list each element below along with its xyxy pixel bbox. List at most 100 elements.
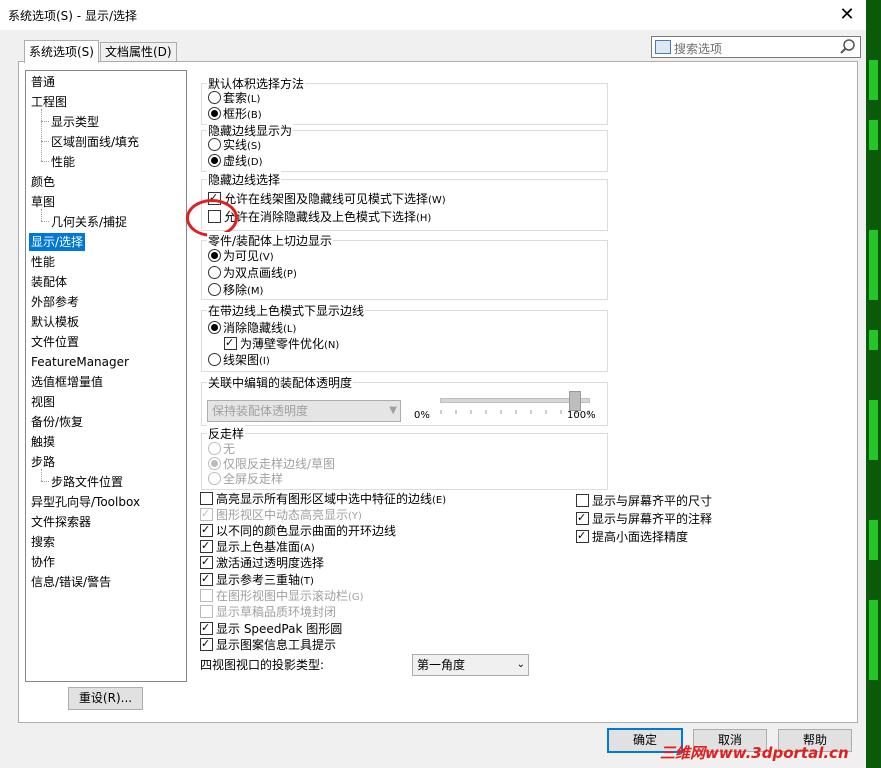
transparency-slider-track[interactable] <box>440 391 590 411</box>
tab-document-properties[interactable]: 文档属性(D) <box>100 42 177 62</box>
check-speedpak-sphere[interactable]: 显示 SpeedPak 图形圆 <box>200 620 342 637</box>
checkbox[interactable] <box>200 636 213 652</box>
radio-button[interactable] <box>208 321 221 334</box>
radio-button[interactable] <box>208 283 221 296</box>
options-tree[interactable]: 普通 工程图 显示类型 区域剖面线/填充 性能 颜色 草图 几何关系/捕捉 显示… <box>25 70 187 682</box>
check-scrollbars[interactable]: 在图形视图中显示滚动栏(G) <box>200 588 364 604</box>
checkbox[interactable] <box>200 522 213 538</box>
reset-button[interactable]: 重设(R)... <box>68 687 143 710</box>
group-title-antialias: 反走样 <box>207 425 246 442</box>
tree-item-area-hatch[interactable]: 区域剖面线/填充 <box>51 133 139 151</box>
check-screen-flat-notes[interactable]: 显示与屏幕齐平的注释 <box>576 510 712 527</box>
tree-item-view[interactable]: 视图 <box>31 393 55 411</box>
options-dialog: 系统选项(S) - 显示/选择 ✕ 系统选项(S) 文档属性(D) 搜索选项 普… <box>0 0 867 768</box>
tree-item-colors[interactable]: 颜色 <box>31 173 55 191</box>
tree-item-display-style[interactable]: 显示类型 <box>51 113 99 131</box>
search-icon[interactable] <box>839 38 857 56</box>
search-placeholder: 搜索选项 <box>674 42 723 56</box>
background-window-edge <box>866 0 881 768</box>
check-allow-hlr-select[interactable]: 允许在消除隐藏线及上色模式下选择(H) <box>208 209 431 225</box>
radio-button[interactable] <box>208 472 221 485</box>
checkbox[interactable] <box>200 605 213 618</box>
slider-min-label: 0% <box>414 410 430 421</box>
tree-item-file-locations[interactable]: 文件位置 <box>31 333 79 351</box>
tab-system-options[interactable]: 系统选项(S) <box>24 40 99 63</box>
check-thin-optimize[interactable]: 为薄壁零件优化(N) <box>224 335 339 352</box>
radio-button[interactable] <box>208 138 221 151</box>
checkbox[interactable] <box>200 571 213 587</box>
radio-button[interactable] <box>208 266 221 279</box>
check-select-through-transparency[interactable]: 激活通过透明度选择 <box>200 554 324 571</box>
checkbox[interactable] <box>576 528 589 544</box>
radio-phantom[interactable]: 为双点画线(P) <box>208 265 297 281</box>
check-allow-wireframe-select[interactable]: 允许在线架图及隐藏线可见模式下选择(W) <box>208 190 446 207</box>
radio-box[interactable]: 框形(B) <box>208 106 262 122</box>
radio-button[interactable] <box>208 91 221 104</box>
tree-item-featuremanager[interactable]: FeatureManager <box>31 353 129 371</box>
tree-item-hole-wizard-toolbox[interactable]: 异型孔向导/Toolbox <box>31 493 140 511</box>
options-list-icon <box>655 40 671 54</box>
checkbox[interactable] <box>576 494 589 507</box>
checkbox[interactable] <box>200 492 213 505</box>
tree-item-spin-box-increments[interactable]: 选值框增量值 <box>31 373 103 391</box>
transparency-combo[interactable]: 保持装配体透明度 ▼ <box>207 400 401 422</box>
transparency-slider-thumb[interactable] <box>569 391 582 411</box>
radio-button[interactable] <box>208 107 221 120</box>
tree-item-collaboration[interactable]: 协作 <box>31 553 55 571</box>
tree-item-messages[interactable]: 信息/错误/警告 <box>31 573 111 591</box>
radio-aa-none[interactable]: 无 <box>208 441 235 457</box>
check-reference-triad[interactable]: 显示参考三重轴(T) <box>200 571 314 588</box>
tree-item-touch[interactable]: 触摸 <box>31 433 55 451</box>
radio-aa-edges[interactable]: 仅限反走样边线/草图 <box>208 456 335 472</box>
tree-item-relations-snaps[interactable]: 几何关系/捕捉 <box>51 213 127 231</box>
tree-item-assemblies[interactable]: 装配体 <box>31 273 67 291</box>
check-shaded-planes[interactable]: 显示上色基准面(A) <box>200 538 315 555</box>
check-facet-precision[interactable]: 提高小面选择精度 <box>576 528 688 545</box>
tree-item-general[interactable]: 普通 <box>31 73 55 91</box>
radio-button[interactable] <box>208 154 221 167</box>
check-pattern-tooltip[interactable]: 显示图案信息工具提示 <box>200 636 336 653</box>
tree-item-routing-file-locations[interactable]: 步路文件位置 <box>51 473 123 491</box>
radio-button[interactable] <box>208 249 221 262</box>
radio-solid[interactable]: 实线(S) <box>208 137 261 153</box>
tree-item-search[interactable]: 搜索 <box>31 533 55 551</box>
check-highlight-edges[interactable]: 高亮显示所有图形区域中选中特征的边线(E) <box>200 491 446 507</box>
tree-item-default-templates[interactable]: 默认模板 <box>31 313 79 331</box>
check-screen-flat-dimensions[interactable]: 显示与屏幕齐平的尺寸 <box>576 493 712 509</box>
tree-item-sketch[interactable]: 草图 <box>31 193 55 211</box>
radio-hlr[interactable]: 消除隐藏线(L) <box>208 320 296 336</box>
radio-button[interactable] <box>208 442 221 455</box>
radio-dashed[interactable]: 虚线(D) <box>208 153 263 169</box>
check-draft-ambient-occlusion[interactable]: 显示草稿品质环境封闭 <box>200 604 336 620</box>
tree-item-file-explorer[interactable]: 文件探索器 <box>31 513 91 531</box>
search-input[interactable]: 搜索选项 <box>651 36 861 58</box>
tree-item-routing[interactable]: 步路 <box>31 453 55 471</box>
checkbox[interactable] <box>224 335 237 351</box>
chevron-down-icon: ▼ <box>389 405 397 416</box>
tree-item-display-selection[interactable]: 显示/选择 <box>29 233 86 251</box>
tree-item-drawing-performance[interactable]: 性能 <box>51 153 75 171</box>
radio-button[interactable] <box>208 457 221 470</box>
tree-item-backup-recover[interactable]: 备份/恢复 <box>31 413 83 431</box>
tree-item-performance[interactable]: 性能 <box>31 253 55 271</box>
close-icon[interactable]: ✕ <box>832 2 862 28</box>
checkbox[interactable] <box>200 620 213 636</box>
radio-lasso[interactable]: 套索(L) <box>208 90 260 106</box>
radio-aa-fullscreen[interactable]: 全屏反走样 <box>208 471 283 487</box>
radio-visible[interactable]: 为可见(V) <box>208 248 274 264</box>
tree-item-external-references[interactable]: 外部参考 <box>31 293 79 311</box>
radio-removed[interactable]: 移除(M) <box>208 282 263 298</box>
checkbox[interactable] <box>200 554 213 570</box>
checkbox[interactable] <box>576 510 589 526</box>
tree-item-drawings[interactable]: 工程图 <box>31 93 67 111</box>
radio-wireframe[interactable]: 线架图(I) <box>208 352 270 368</box>
group-title-tangent-edges: 零件/装配体上切边显示 <box>207 232 334 249</box>
group-title-shaded-edges: 在带边线上色模式下显示边线 <box>207 302 366 319</box>
radio-button[interactable] <box>208 353 221 366</box>
check-open-edges-color[interactable]: 以不同的颜色显示曲面的开环边线 <box>200 522 396 539</box>
checkbox[interactable] <box>200 538 213 554</box>
checkbox[interactable] <box>200 589 213 602</box>
projection-select[interactable]: 第一角度 ⌄ <box>412 654 529 676</box>
checkbox[interactable] <box>200 506 213 522</box>
check-dynamic-highlight[interactable]: 图形视区中动态高亮显示(Y) <box>200 506 362 523</box>
